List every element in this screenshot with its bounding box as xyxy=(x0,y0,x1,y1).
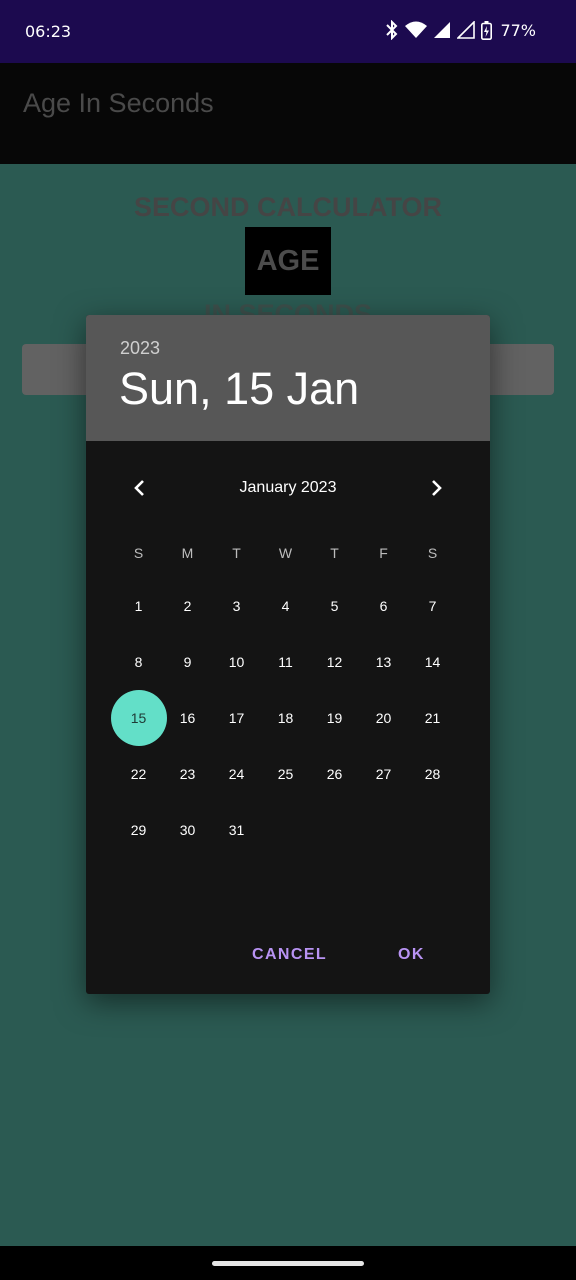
calendar-day[interactable]: 24 xyxy=(212,746,261,802)
chevron-right-icon xyxy=(432,480,442,496)
calendar-day-selected[interactable]: 15 xyxy=(111,690,167,746)
calendar-day[interactable]: 1 xyxy=(114,578,163,634)
calculator-heading: SECOND CALCULATOR xyxy=(134,192,442,222)
calendar-day-number: 29 xyxy=(130,822,147,838)
calendar-day[interactable]: 17 xyxy=(212,690,261,746)
calendar-day-number: 18 xyxy=(277,710,294,726)
date-picker-dialog: 2023 Sun, 15 Jan January 2023 S M T W T … xyxy=(86,315,490,994)
calendar-day-number: 9 xyxy=(183,654,192,670)
app-title: Age In Seconds xyxy=(23,88,214,118)
calendar-day[interactable]: 16 xyxy=(163,690,212,746)
calendar-days-grid: 1 2 3 4 5 6 7 8 9 10 11 12 13 14 15 16 17 18 19 20 21 22 23 24 2… xyxy=(111,578,457,858)
calendar-day[interactable]: 18 xyxy=(261,690,310,746)
status-time: 06:23 xyxy=(25,22,72,41)
calendar-day-number: 23 xyxy=(179,766,196,782)
calendar-day[interactable]: 28 xyxy=(408,746,457,802)
weekday-label: T xyxy=(330,545,339,561)
month-navigation: January 2023 xyxy=(86,470,490,506)
calendar-day[interactable]: 23 xyxy=(163,746,212,802)
app-bar: Age In Seconds xyxy=(0,63,576,164)
weekday-label: W xyxy=(278,545,293,561)
header-selected-date: Sun, 15 Jan xyxy=(119,363,360,414)
calendar-day[interactable]: 30 xyxy=(163,802,212,858)
signal-icon xyxy=(457,21,476,39)
calendar-day[interactable]: 22 xyxy=(114,746,163,802)
calendar-day[interactable]: 4 xyxy=(261,578,310,634)
calendar-day-number: 2 xyxy=(183,598,192,614)
dialog-actions: CANCEL OK xyxy=(86,937,490,973)
calendar-day[interactable]: 5 xyxy=(310,578,359,634)
navigation-bar xyxy=(0,1246,576,1280)
calendar-day-number: 11 xyxy=(278,654,293,670)
calendar-day[interactable]: 19 xyxy=(310,690,359,746)
calendar-day-number: 24 xyxy=(228,766,245,782)
status-bar: 06:23 77% xyxy=(0,0,576,63)
cancel-button[interactable]: CANCEL xyxy=(252,937,327,973)
calendar-day[interactable]: 10 xyxy=(212,634,261,690)
weekday-label: T xyxy=(232,545,241,561)
calendar-day-number: 12 xyxy=(326,654,343,670)
calendar-day[interactable]: 3 xyxy=(212,578,261,634)
calendar-day-number: 10 xyxy=(228,654,245,670)
weekday-label: F xyxy=(379,545,388,561)
weekday-header: S M T W T F S xyxy=(114,545,457,561)
calendar-day[interactable]: 2 xyxy=(163,578,212,634)
calendar-day-number: 22 xyxy=(130,766,147,782)
calendar-day-number: 21 xyxy=(424,710,441,726)
calendar-day-number: 30 xyxy=(179,822,196,838)
calendar-day[interactable]: 27 xyxy=(359,746,408,802)
calendar-day-number: 31 xyxy=(228,822,245,838)
calendar-day-number: 14 xyxy=(424,654,441,670)
date-picker-header: 2023 Sun, 15 Jan xyxy=(86,315,490,441)
calendar-day-number: 27 xyxy=(375,766,392,782)
calendar-day-number: 28 xyxy=(424,766,441,782)
status-icons: 77% xyxy=(385,20,536,40)
home-indicator[interactable] xyxy=(212,1261,364,1266)
calendar-day[interactable]: 26 xyxy=(310,746,359,802)
next-month-button[interactable] xyxy=(419,470,455,506)
weekday-label: S xyxy=(427,545,438,561)
calendar-day-number: 26 xyxy=(326,766,343,782)
calendar-day[interactable]: 20 xyxy=(359,690,408,746)
calendar-day[interactable]: 6 xyxy=(359,578,408,634)
calendar-day-number: 5 xyxy=(330,598,339,614)
calendar-day[interactable]: 7 xyxy=(408,578,457,634)
calendar-day-number: 3 xyxy=(232,598,241,614)
calendar-day[interactable]: 25 xyxy=(261,746,310,802)
calendar-day-number: 19 xyxy=(326,710,343,726)
calendar-day[interactable]: 12 xyxy=(310,634,359,690)
calendar-day[interactable]: 21 xyxy=(408,690,457,746)
calendar-day[interactable]: 11 xyxy=(261,634,310,690)
weekday-label: S xyxy=(133,545,144,561)
calendar-day-number: 15 xyxy=(130,710,147,726)
calendar-day-number: 7 xyxy=(428,598,437,614)
calendar-day[interactable]: 13 xyxy=(359,634,408,690)
battery-percentage: 77% xyxy=(500,20,536,40)
calendar-day[interactable]: 9 xyxy=(163,634,212,690)
calendar-day-number: 8 xyxy=(134,654,143,670)
calendar-day-number: 20 xyxy=(375,710,392,726)
calendar-day-number: 4 xyxy=(281,598,290,614)
calendar-day[interactable]: 14 xyxy=(408,634,457,690)
calendar-day[interactable]: 29 xyxy=(114,802,163,858)
calendar-day-number: 17 xyxy=(228,710,245,726)
weekday-label: M xyxy=(181,545,194,561)
calendar-day-number: 6 xyxy=(379,598,388,614)
bluetooth-icon xyxy=(386,20,398,40)
calendar-day[interactable]: 8 xyxy=(114,634,163,690)
ok-button[interactable]: OK xyxy=(398,937,425,973)
header-year[interactable]: 2023 xyxy=(120,338,160,359)
age-label: AGE xyxy=(245,227,331,295)
calendar-day-number: 1 xyxy=(134,598,143,614)
calendar-day-number: 25 xyxy=(277,766,294,782)
battery-charging-icon xyxy=(481,20,493,40)
wifi-icon xyxy=(405,21,428,38)
calendar-day-number: 16 xyxy=(179,710,196,726)
calendar-day[interactable]: 31 xyxy=(212,802,261,858)
calendar-day-number: 13 xyxy=(375,654,392,670)
signal-icon xyxy=(434,22,451,38)
